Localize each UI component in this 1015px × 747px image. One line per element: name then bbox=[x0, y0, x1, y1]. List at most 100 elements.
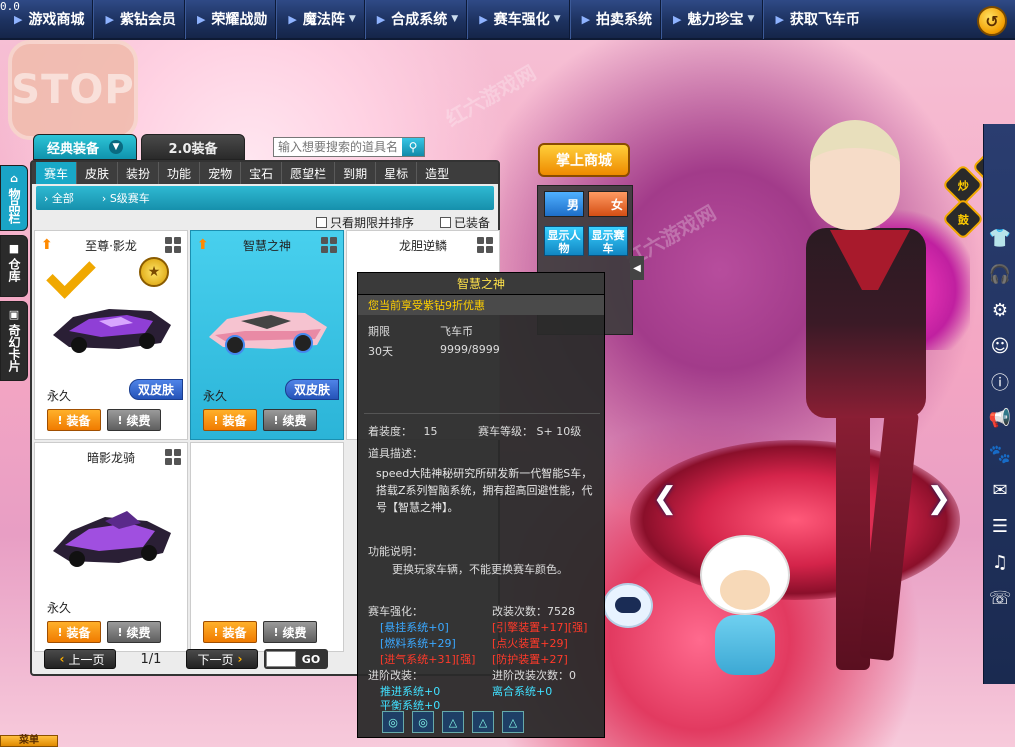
tab-inventory[interactable]: ⌂ 物品栏 bbox=[0, 165, 28, 231]
renew-button[interactable]: ! 续费 bbox=[107, 409, 161, 431]
equipped-checkbox[interactable]: 已装备 bbox=[439, 214, 490, 231]
equipment-tabs: 经典装备 ▼ 2.0装备 bbox=[33, 134, 245, 160]
go-button[interactable]: GO bbox=[296, 651, 326, 667]
tab-category-cars[interactable]: 赛车 bbox=[36, 162, 78, 184]
next-page-button[interactable]: 下一页 › bbox=[186, 649, 258, 669]
tab-category-outfits[interactable]: 装扮 bbox=[118, 162, 160, 184]
equip-button[interactable]: ! 装备 bbox=[47, 409, 101, 431]
car-image bbox=[53, 511, 171, 567]
grid-view-icon[interactable] bbox=[321, 237, 337, 253]
nav-glory-medal[interactable]: ▶ 荣耀战勋 bbox=[185, 0, 277, 39]
item-slot[interactable]: ⬆ 至尊·影龙 ★ 永久 双皮肤 ! 装备 ! 续费 bbox=[34, 230, 188, 440]
gear-icon[interactable]: ⚙ bbox=[984, 292, 1015, 328]
item-slot[interactable]: 暗影龙骑 永久 ! 装备 ! 续费 bbox=[34, 442, 188, 652]
renew-button[interactable]: ! 续费 bbox=[263, 621, 317, 643]
left-vertical-tabs: ⌂ 物品栏 ■ 仓库 ▣ 奇幻卡片 bbox=[0, 165, 30, 385]
nav-purple-vip[interactable]: ▶ 紫钻会员 bbox=[93, 0, 185, 39]
speaker-icon[interactable]: 📢 bbox=[984, 400, 1015, 436]
mail-icon[interactable]: ✉ bbox=[984, 472, 1015, 508]
enhance-badge-icon: ★ bbox=[139, 257, 169, 287]
version-label: 0.0 bbox=[0, 0, 20, 13]
item-slot[interactable]: ! 装备 ! 续费 bbox=[190, 442, 344, 652]
collapse-arrow-icon[interactable]: ◀ bbox=[630, 256, 644, 280]
item-slot-selected[interactable]: ⬆ 智慧之神 永久 双皮肤 ! 装备 ! 续费 bbox=[190, 230, 344, 440]
headset-icon[interactable]: 🎧 bbox=[984, 256, 1015, 292]
search-input[interactable] bbox=[274, 140, 402, 154]
nav-auction[interactable]: ▶ 拍卖系统 bbox=[570, 0, 662, 39]
chevron-down-icon: ▼ bbox=[451, 14, 459, 24]
grid-view-icon[interactable] bbox=[477, 237, 493, 253]
next-model-arrow-icon[interactable]: ❯ bbox=[924, 478, 954, 518]
nav-car-enhance[interactable]: ▶ 赛车强化 ▼ bbox=[467, 0, 570, 39]
show-character-button[interactable]: 显示人物 bbox=[544, 226, 584, 256]
tab-category-functions[interactable]: 功能 bbox=[159, 162, 201, 184]
prev-model-arrow-icon[interactable]: ❮ bbox=[650, 478, 680, 518]
info-icon[interactable]: ⓘ bbox=[984, 364, 1015, 400]
tooltip-description: speed大陆神秘研究所研发新一代智能S车，搭载Z系列智脑系统，拥有超高回避性能… bbox=[376, 467, 593, 514]
item-duration: 永久 bbox=[47, 389, 72, 403]
wardrobe-icon[interactable]: 👕 bbox=[984, 220, 1015, 256]
bullet-icon: ▶ bbox=[775, 12, 784, 26]
chat-icon[interactable]: ☏ bbox=[984, 580, 1015, 616]
menu-tab[interactable]: 菜单 bbox=[0, 735, 58, 747]
tab-classic-equipment[interactable]: 经典装备 ▼ bbox=[33, 134, 137, 160]
tooltip-mod-count: 改装次数：7528 bbox=[492, 605, 575, 618]
exclaim-icon: ! bbox=[57, 413, 63, 427]
paw-icon[interactable]: 🐾 bbox=[984, 436, 1015, 472]
nav-synthesis[interactable]: ▶ 合成系统 ▼ bbox=[365, 0, 468, 39]
tab-category-styles[interactable]: 造型 bbox=[417, 162, 457, 184]
tooltip-price-value: 9999/8999 bbox=[440, 343, 500, 356]
tooltip-adv-label: 进阶改装： bbox=[368, 669, 423, 682]
bullet-icon: ▶ bbox=[196, 12, 206, 26]
renew-button[interactable]: ! 续费 bbox=[107, 621, 161, 643]
enhance-ignition: [点火装置+29] bbox=[492, 637, 568, 650]
gem-slot-icon: ◎ bbox=[412, 711, 434, 733]
mobile-shop-button[interactable]: 掌上商城 bbox=[538, 143, 630, 177]
page-jump-input[interactable] bbox=[266, 651, 296, 667]
male-button[interactable]: 男 bbox=[544, 191, 584, 217]
chevron-right-icon: › bbox=[237, 652, 243, 666]
gem-slot-icon: ◎ bbox=[382, 711, 404, 733]
dual-skin-badge[interactable]: 双皮肤 bbox=[284, 379, 339, 400]
tab-category-skins[interactable]: 皮肤 bbox=[77, 162, 119, 184]
grid-view-icon[interactable] bbox=[165, 449, 181, 465]
tab-category-wishlist[interactable]: 愿望栏 bbox=[282, 162, 336, 184]
nav-get-coins[interactable]: ▶ 获取飞车币 bbox=[763, 0, 867, 39]
dual-skin-badge[interactable]: 双皮肤 bbox=[128, 379, 183, 400]
prev-page-button[interactable]: ‹ 上一页 bbox=[44, 649, 116, 669]
breadcrumb-s-cars[interactable]: › S级赛车 bbox=[102, 190, 164, 206]
tab-warehouse[interactable]: ■ 仓库 bbox=[0, 235, 28, 297]
enhance-intake: [进气系统+31][强] bbox=[380, 653, 476, 666]
search-icon[interactable]: ⚲ bbox=[402, 138, 424, 156]
equip-button[interactable]: ! 装备 bbox=[47, 621, 101, 643]
breadcrumb: › 全部 › S级赛车 bbox=[36, 186, 494, 210]
renew-button[interactable]: ! 续费 bbox=[263, 409, 317, 431]
stop-sign: STOP bbox=[8, 40, 138, 140]
return-arrow-icon: ↺ bbox=[985, 11, 999, 31]
notes-icon[interactable]: ☰ bbox=[984, 508, 1015, 544]
chevron-down-icon: ▼ bbox=[747, 14, 755, 24]
equip-button[interactable]: ! 装备 bbox=[203, 409, 257, 431]
show-car-button[interactable]: 显示赛车 bbox=[588, 226, 628, 256]
bullet-icon: ▶ bbox=[288, 12, 297, 26]
female-button[interactable]: 女 bbox=[588, 191, 628, 217]
nav-charm-treasure[interactable]: ▶ 魅力珍宝 ▼ bbox=[661, 0, 764, 39]
grid-view-icon[interactable] bbox=[165, 237, 181, 253]
nav-magic-array[interactable]: ▶ 魔法阵 ▼ bbox=[276, 0, 365, 39]
tab-equipment-2[interactable]: 2.0装备 bbox=[141, 134, 245, 160]
bullet-icon: ▶ bbox=[673, 12, 682, 26]
tab-category-gems[interactable]: 宝石 bbox=[241, 162, 283, 184]
tab-category-expiring[interactable]: 到期 bbox=[335, 162, 377, 184]
bag-icon: ⌂ bbox=[10, 172, 18, 185]
exit-button[interactable]: ↺ bbox=[977, 6, 1007, 36]
expiry-sort-checkbox[interactable]: 只看期限并排序 bbox=[315, 214, 414, 231]
tab-category-starred[interactable]: 星标 bbox=[376, 162, 418, 184]
enhance-engine: [引擎装置+17][强] bbox=[492, 621, 588, 634]
help-icon[interactable]: ☺ bbox=[984, 328, 1015, 364]
tab-category-pets[interactable]: 宠物 bbox=[200, 162, 242, 184]
tooltip-desc-label: 道具描述： bbox=[368, 447, 423, 460]
music-icon[interactable]: ♫ bbox=[984, 544, 1015, 580]
tab-fantasy-cards[interactable]: ▣ 奇幻卡片 bbox=[0, 301, 28, 381]
equip-button[interactable]: ! 装备 bbox=[203, 621, 257, 643]
breadcrumb-all[interactable]: › 全部 bbox=[44, 190, 88, 206]
